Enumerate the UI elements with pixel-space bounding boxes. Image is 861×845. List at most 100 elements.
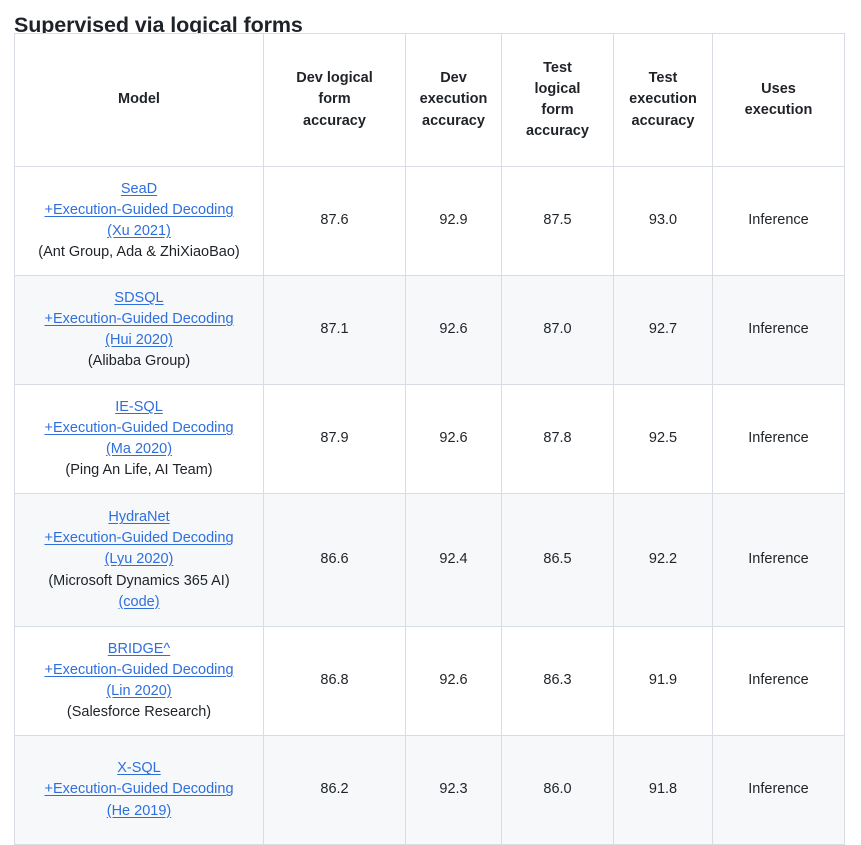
test-logical-form-accuracy-cell: 86.3 — [501, 626, 614, 736]
column-header-test_ex: Test execution accuracy — [613, 33, 713, 167]
model-line: (Lin 2020) — [23, 681, 255, 702]
dev-logical-form-accuracy-cell: 87.1 — [263, 275, 406, 385]
dev-execution-accuracy-cell: 92.3 — [405, 735, 502, 845]
model-affiliation: (Microsoft Dynamics 365 AI) — [48, 572, 230, 589]
dev-logical-form-accuracy-cell: 86.2 — [263, 735, 406, 845]
model-link[interactable]: X-SQL — [117, 760, 161, 776]
column-header-uses_ex: Uses execution — [712, 33, 845, 167]
model-line: IE-SQL — [23, 397, 255, 418]
table-row: BRIDGE^ +Execution-Guided Decoding (Lin 20… — [14, 626, 845, 736]
uses-execution-cell: Inference — [712, 626, 845, 736]
test-execution-accuracy-cell: 92.7 — [613, 275, 713, 385]
model-cell: HydraNet +Execution-Guided Decoding (Lyu 2… — [14, 493, 264, 627]
model-line: +Execution-Guided Decoding — [23, 528, 255, 549]
model-link[interactable]: +Execution-Guided Decoding — [44, 311, 233, 327]
model-link[interactable]: SeaD — [121, 181, 157, 197]
model-cell: BRIDGE^ +Execution-Guided Decoding (Lin 20… — [14, 626, 264, 736]
dev-execution-accuracy-cell: 92.4 — [405, 493, 502, 627]
test-logical-form-accuracy-cell: 87.5 — [501, 166, 614, 276]
dev-logical-form-accuracy-cell: 86.8 — [263, 626, 406, 736]
model-line: (code) — [23, 592, 255, 613]
test-execution-accuracy-cell: 92.5 — [613, 384, 713, 494]
model-line: (He 2019) — [23, 801, 255, 822]
column-header-line: Model — [118, 91, 160, 108]
model-line: (Salesforce Research) — [23, 702, 255, 723]
column-header-line: accuracy — [526, 123, 589, 140]
model-link[interactable]: HydraNet — [108, 509, 169, 525]
leaderboard-table: Model Dev logical form accuracy Dev execution… — [14, 33, 845, 845]
page-scrollbar[interactable] — [0, 0, 3, 792]
dev-logical-form-accuracy-cell: 87.6 — [263, 166, 406, 276]
column-header-line: logical — [534, 80, 581, 97]
model-line: (Alibaba Group) — [23, 351, 255, 372]
model-line: +Execution-Guided Decoding — [23, 418, 255, 439]
table-row: SDSQL +Execution-Guided Decoding (Hui 2020… — [14, 275, 845, 385]
column-header-line: form — [541, 102, 574, 118]
test-logical-form-accuracy-cell: 87.0 — [501, 275, 614, 385]
dev-logical-form-accuracy-cell: 87.9 — [263, 384, 406, 494]
test-execution-accuracy-cell: 91.9 — [613, 626, 713, 736]
model-line: HydraNet — [23, 507, 255, 528]
model-line: (Hui 2020) — [23, 330, 255, 351]
column-header-line: form — [318, 91, 351, 108]
test-logical-form-accuracy-cell: 86.5 — [501, 493, 614, 627]
model-link[interactable]: +Execution-Guided Decoding — [44, 420, 233, 436]
model-link[interactable]: SDSQL — [114, 290, 163, 306]
model-line: (Ant Group, Ada & ZhiXiaoBao) — [23, 242, 255, 263]
table-header: Model Dev logical form accuracy Dev execution… — [14, 33, 845, 167]
model-link[interactable]: +Execution-Guided Decoding — [44, 781, 233, 797]
model-link[interactable]: (Lyu 2020) — [105, 551, 174, 567]
table-body: SeaD +Execution-Guided Decoding (Xu 2021) (… — [14, 166, 845, 845]
column-header-line: Dev logical — [296, 70, 373, 87]
model-cell: SDSQL +Execution-Guided Decoding (Hui 2020… — [14, 275, 264, 385]
model-link[interactable]: (Xu 2021) — [107, 223, 171, 239]
model-cell: X-SQL +Execution-Guided Decoding (He 2019) — [14, 735, 264, 845]
model-line: +Execution-Guided Decoding — [23, 660, 255, 681]
table-row: SeaD +Execution-Guided Decoding (Xu 2021) (… — [14, 166, 845, 276]
model-line: BRIDGE^ — [23, 639, 255, 660]
model-affiliation: (Ant Group, Ada & ZhiXiaoBao) — [38, 244, 240, 261]
dev-execution-accuracy-cell: 92.9 — [405, 166, 502, 276]
model-line: SDSQL — [23, 288, 255, 309]
test-execution-accuracy-cell: 91.8 — [613, 735, 713, 845]
model-link[interactable]: BRIDGE^ — [108, 641, 170, 657]
model-line: (Lyu 2020) — [23, 549, 255, 570]
model-cell: IE-SQL +Execution-Guided Decoding (Ma 2020… — [14, 384, 264, 494]
dev-logical-form-accuracy-cell: 86.6 — [263, 493, 406, 627]
model-link[interactable]: (code) — [118, 594, 159, 610]
model-line: X-SQL — [23, 758, 255, 779]
model-link[interactable]: +Execution-Guided Decoding — [44, 202, 233, 218]
column-header-line: Test — [648, 70, 678, 87]
model-line: (Ma 2020) — [23, 439, 255, 460]
model-cell: SeaD +Execution-Guided Decoding (Xu 2021) (… — [14, 166, 264, 276]
test-logical-form-accuracy-cell: 86.0 — [501, 735, 614, 845]
model-line: +Execution-Guided Decoding — [23, 200, 255, 221]
model-affiliation: (Alibaba Group) — [87, 353, 191, 370]
table-row: IE-SQL +Execution-Guided Decoding (Ma 2020… — [14, 384, 845, 494]
dev-execution-accuracy-cell: 92.6 — [405, 275, 502, 385]
model-link[interactable]: +Execution-Guided Decoding — [44, 662, 233, 678]
model-link[interactable]: (Lin 2020) — [106, 683, 171, 699]
model-line: (Ping An Life, AI Team) — [23, 460, 255, 481]
model-affiliation: (Salesforce Research) — [66, 704, 212, 721]
uses-execution-cell: Inference — [712, 166, 845, 276]
model-link[interactable]: (Hui 2020) — [105, 332, 173, 348]
column-header-line: accuracy — [422, 112, 485, 129]
test-execution-accuracy-cell: 93.0 — [613, 166, 713, 276]
model-link[interactable]: +Execution-Guided Decoding — [44, 530, 233, 546]
leaderboard-page: Supervised via logical forms Model Dev lo… — [0, 0, 861, 845]
model-link[interactable]: (Ma 2020) — [106, 441, 172, 457]
uses-execution-cell: Inference — [712, 275, 845, 385]
model-line: +Execution-Guided Decoding — [23, 779, 255, 800]
model-link[interactable]: IE-SQL — [115, 399, 163, 415]
model-affiliation: (Ping An Life, AI Team) — [65, 462, 213, 479]
column-header-line: execution — [629, 91, 697, 108]
table-row: X-SQL +Execution-Guided Decoding (He 2019)… — [14, 735, 845, 845]
leaderboard-table-container: Model Dev logical form accuracy Dev execution… — [14, 33, 845, 845]
table-row: HydraNet +Execution-Guided Decoding (Lyu 2… — [14, 493, 845, 627]
test-logical-form-accuracy-cell: 87.8 — [501, 384, 614, 494]
column-header-line: Uses — [761, 80, 796, 97]
model-line: (Microsoft Dynamics 365 AI) — [23, 571, 255, 592]
column-header-dev_ex: Dev execution accuracy — [405, 33, 502, 167]
model-link[interactable]: (He 2019) — [107, 803, 171, 819]
